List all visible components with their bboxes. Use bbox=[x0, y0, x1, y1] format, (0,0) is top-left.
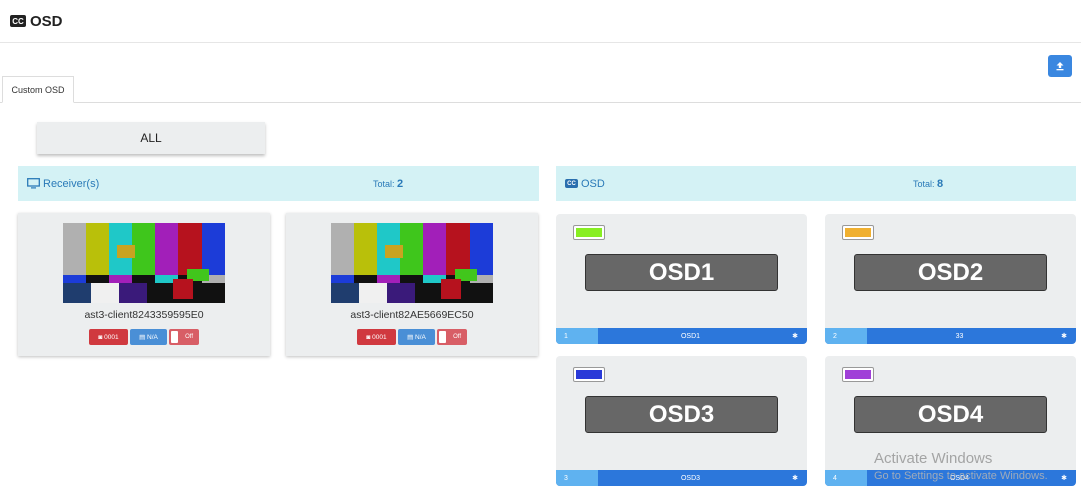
osd-number: 4 bbox=[825, 470, 867, 486]
receiver-osd-badge-value: N/A bbox=[147, 333, 158, 341]
gear-icon: ✱ bbox=[792, 333, 798, 340]
receivers-header: Receiver(s) Total: 2 bbox=[18, 166, 539, 201]
receiver-toggle-label: Off bbox=[185, 334, 193, 340]
osd-total-label: Total: bbox=[913, 178, 935, 189]
osd-label: OSD1 bbox=[585, 254, 778, 291]
gear-icon: ✱ bbox=[1061, 333, 1067, 340]
settings-button[interactable]: ✱ bbox=[1052, 474, 1076, 482]
receiver-name: ast3-client8243359595E0 bbox=[84, 309, 204, 321]
receivers-total-label: Total: bbox=[373, 178, 395, 189]
osd-color-swatch[interactable] bbox=[573, 367, 605, 382]
tab-custom-osd[interactable]: Custom OSD bbox=[2, 76, 74, 103]
toggle-knob bbox=[171, 331, 178, 343]
upload-button[interactable] bbox=[1048, 55, 1072, 77]
osd-name: OSD3 bbox=[680, 474, 701, 482]
osd-footer: 1 OSD1 ✱ bbox=[556, 328, 807, 344]
osd-footer: 2 33 ✱ bbox=[825, 328, 1076, 344]
osd-card[interactable]: OSD1 1 OSD1 ✱ bbox=[556, 214, 807, 344]
closed-caption-icon: CC bbox=[565, 179, 578, 188]
receiver-toggle-label: Off bbox=[453, 334, 461, 340]
receiver-id-badge[interactable]: ◙ 0001 bbox=[357, 329, 396, 345]
monitor-icon bbox=[27, 178, 40, 189]
receivers-title: Receiver(s) bbox=[43, 177, 100, 190]
receivers-total: Total: 2 bbox=[373, 178, 403, 190]
upload-icon bbox=[1056, 62, 1064, 71]
receiver-badges: ◙ 0001 ▤ N/A Off bbox=[286, 329, 538, 345]
receiver-osd-badge[interactable]: ▤ N/A bbox=[130, 329, 167, 345]
osd-color-swatch[interactable] bbox=[842, 367, 874, 382]
color-bars-preview bbox=[63, 223, 225, 303]
receiver-id-badge[interactable]: ◙ 0001 bbox=[89, 329, 128, 345]
receiver-osd-badge[interactable]: ▤ N/A bbox=[398, 329, 435, 345]
osd-name: OSD1 bbox=[680, 332, 701, 340]
activate-windows-watermark: Activate Windows bbox=[874, 450, 993, 467]
osd-card[interactable]: OSD3 3 OSD3 ✱ bbox=[556, 356, 807, 486]
receiver-badges: ◙ 0001 ▤ N/A Off bbox=[18, 329, 270, 345]
gear-icon: ✱ bbox=[792, 475, 798, 482]
activate-windows-hint: Go to Settings to activate Windows. bbox=[874, 470, 1048, 482]
osd-total-value: 8 bbox=[937, 177, 944, 190]
osd-color-fill bbox=[845, 370, 871, 379]
osd-number: 1 bbox=[556, 328, 598, 344]
osd-number: 3 bbox=[556, 470, 598, 486]
osd-color-fill bbox=[576, 370, 602, 379]
gear-icon: ✱ bbox=[1061, 475, 1067, 482]
tab-bar: Custom OSD bbox=[0, 76, 1081, 103]
receiver-card[interactable]: ast3-client8243359595E0 ◙ 0001 ▤ N/A Off bbox=[18, 213, 270, 356]
osd-color-fill bbox=[576, 228, 602, 237]
osd-total: Total: 8 bbox=[913, 178, 943, 190]
osd-title: OSD bbox=[581, 177, 605, 190]
receiver-osd-badge-value: N/A bbox=[415, 333, 426, 341]
receiver-toggle[interactable]: Off bbox=[437, 329, 467, 345]
osd-label: OSD2 bbox=[854, 254, 1047, 291]
receivers-total-value: 2 bbox=[397, 177, 404, 190]
settings-button[interactable]: ✱ bbox=[783, 332, 807, 340]
receiver-toggle[interactable]: Off bbox=[169, 329, 199, 345]
toggle-knob bbox=[439, 331, 446, 343]
osd-color-fill bbox=[845, 228, 871, 237]
osd-number: 2 bbox=[825, 328, 867, 344]
page-header: CC OSD bbox=[0, 0, 1081, 43]
osd-card[interactable]: OSD2 2 33 ✱ bbox=[825, 214, 1076, 344]
osd-color-swatch[interactable] bbox=[573, 225, 605, 240]
osd-name: 33 bbox=[955, 332, 964, 340]
receiver-name: ast3-client82AE5669EC50 bbox=[350, 309, 474, 321]
osd-footer: 3 OSD3 ✱ bbox=[556, 470, 807, 486]
all-button[interactable]: ALL bbox=[37, 122, 265, 154]
receiver-id-badge-value: 0001 bbox=[372, 333, 387, 341]
closed-caption-icon: CC bbox=[10, 15, 26, 27]
settings-button[interactable]: ✱ bbox=[783, 474, 807, 482]
receiver-card[interactable]: ast3-client82AE5669EC50 ◙ 0001 ▤ N/A Off bbox=[286, 213, 538, 356]
receiver-id-badge-value: 0001 bbox=[104, 333, 119, 341]
osd-color-swatch[interactable] bbox=[842, 225, 874, 240]
settings-button[interactable]: ✱ bbox=[1052, 332, 1076, 340]
osd-header: CC OSD Total: 8 bbox=[556, 166, 1076, 201]
osd-label: OSD4 bbox=[854, 396, 1047, 433]
color-bars-preview bbox=[331, 223, 493, 303]
osd-label: OSD3 bbox=[585, 396, 778, 433]
page-title: OSD bbox=[30, 12, 63, 30]
